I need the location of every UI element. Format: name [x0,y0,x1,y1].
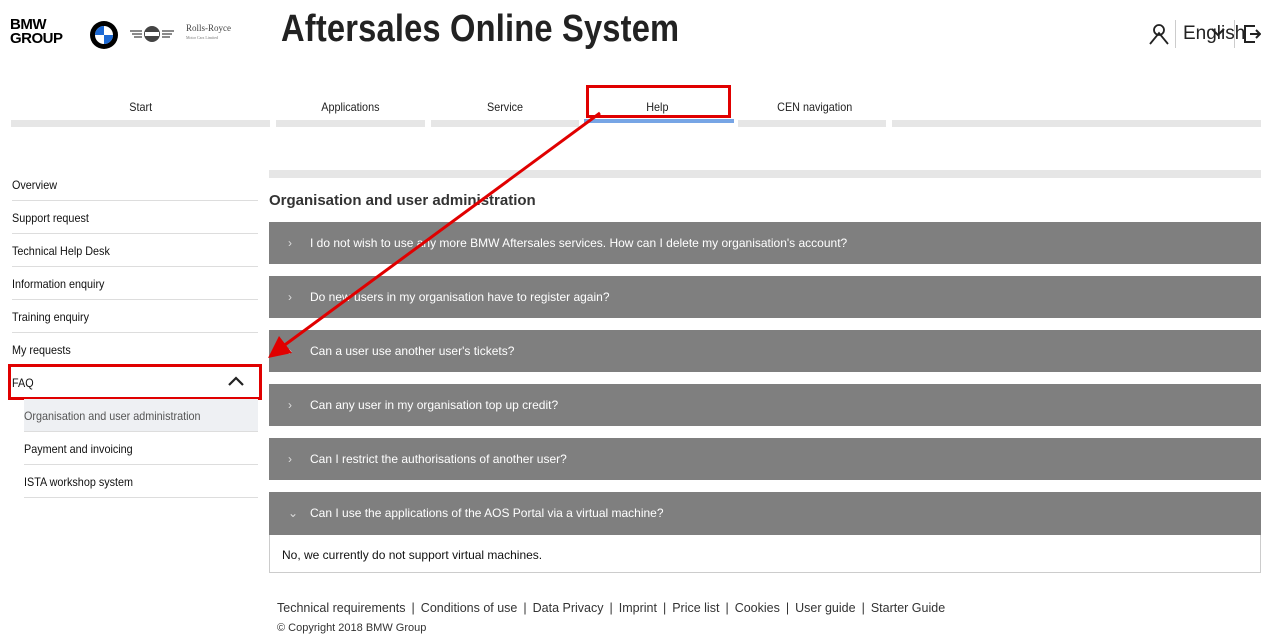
footer-separator: | [861,601,865,615]
nav-applications[interactable]: Applications [321,100,379,114]
content-top-bar [269,170,1261,178]
chevron-right-icon: › [288,452,292,466]
faq-answer: No, we currently do not support virtual … [269,535,1261,573]
faq-question: Can a user use another user's tickets? [310,344,515,358]
faq-item[interactable]: › Can I restrict the authorisations of an… [269,438,1261,480]
chevron-down-icon: ⌄ [288,506,299,520]
section-title: Organisation and user administration [269,192,536,209]
sidebar-sub-ista[interactable]: ISTA workshop system [24,465,258,498]
nav-bar-cen [738,120,886,127]
sidebar-item-training-enquiry[interactable]: Training enquiry [12,300,258,333]
faq-item[interactable]: › Can any user in my organisation top up … [269,384,1261,426]
brand-line2: GROUP [10,30,63,47]
sidebar-sub-payment[interactable]: Payment and invoicing [24,432,258,465]
rolls-royce-logo: Rolls-Royce Motor Cars Limited [186,24,231,42]
faq-item-expanded[interactable]: ⌄ Can I use the applications of the AOS P… [269,492,1261,535]
sidebar-item-label: Training enquiry [12,310,90,324]
nav-bar-service [431,120,579,127]
footer-separator: | [725,601,729,615]
sidebar-item-label: Overview [12,178,58,192]
footer-separator: | [523,601,527,615]
page-title: Aftersales Online System [281,8,680,50]
nav-start[interactable]: Start [129,100,152,114]
footer-link-data-privacy[interactable]: Data Privacy [533,601,604,615]
sidebar-sub-label: ISTA workshop system [24,475,134,489]
sidebar-sub-label: Organisation and user administration [24,409,201,423]
help-highlight-box [586,85,731,118]
sidebar-item-my-requests[interactable]: My requests [12,333,258,366]
user-icon[interactable] [1148,23,1170,45]
footer-link-imprint[interactable]: Imprint [619,601,657,615]
nav-active-indicator [584,119,734,123]
sidebar-item-label: Support request [12,211,89,225]
copyright: © Copyright 2018 BMW Group [277,622,427,634]
rr-logo-text: Rolls-Royce [186,23,231,33]
footer-link-starter-guide[interactable]: Starter Guide [871,601,945,615]
footer-separator: | [609,601,613,615]
chevron-right-icon: › [288,398,292,412]
bmw-roundel-icon [90,21,118,49]
nav-bar-start [11,120,270,127]
sidebar-item-overview[interactable]: Overview [12,168,258,201]
footer-separator: | [662,601,667,615]
footer-link-price-list[interactable]: Price list [672,601,719,615]
footer-separator: | [785,601,790,615]
sidebar-item-support-request[interactable]: Support request [12,201,258,234]
rr-logo-sub: Motor Cars Limited [186,35,218,40]
sidebar-item-information-enquiry[interactable]: Information enquiry [12,267,258,300]
faq-question: Can I use the applications of the AOS Po… [310,506,664,520]
header-divider [1234,20,1235,48]
logout-icon[interactable] [1243,23,1261,45]
footer-link-conditions[interactable]: Conditions of use [421,601,518,615]
chevron-right-icon: › [288,290,292,304]
faq-item[interactable]: › Can a user use another user's tickets? [269,330,1261,372]
header-divider [1175,20,1176,48]
chevron-right-icon: › [288,344,292,358]
sidebar-sub-label: Payment and invoicing [24,442,133,456]
sidebar-item-label: Information enquiry [12,277,105,291]
sidebar-sub-organisation[interactable]: Organisation and user administration [24,399,258,432]
bmw-group-logo: BMW GROUP [10,17,63,47]
sidebar-item-technical-help-desk[interactable]: Technical Help Desk [12,234,258,267]
nav-cen-navigation[interactable]: CEN navigation [777,100,852,114]
footer-link-user-guide[interactable]: User guide [795,601,855,615]
faq-item[interactable]: › Do new users in my organisation have to… [269,276,1261,318]
nav-service[interactable]: Service [487,100,523,114]
faq-question: Do new users in my organisation have to … [310,290,610,304]
footer-link-technical-requirements[interactable]: Technical requirements [277,601,406,615]
chevron-down-icon[interactable] [1211,27,1225,37]
footer-links: Technical requirements | Conditions of use… [277,601,945,615]
mini-logo-icon [130,26,174,42]
footer-link-cookies[interactable]: Cookies [735,601,780,615]
nav-bar-applications [276,120,425,127]
faq-item[interactable]: › I do not wish to use any more BMW After… [269,222,1261,264]
faq-question: I do not wish to use any more BMW Afters… [310,236,848,250]
sidebar-item-label: My requests [12,343,71,357]
faq-highlight-box [8,364,262,400]
chevron-right-icon: › [288,236,292,250]
faq-question: Can I restrict the authorisations of ano… [310,452,567,466]
faq-question: Can any user in my organisation top up c… [310,398,559,412]
sidebar-item-label: Technical Help Desk [12,244,110,258]
nav-bar-rest [892,120,1261,127]
footer-separator: | [411,601,415,615]
